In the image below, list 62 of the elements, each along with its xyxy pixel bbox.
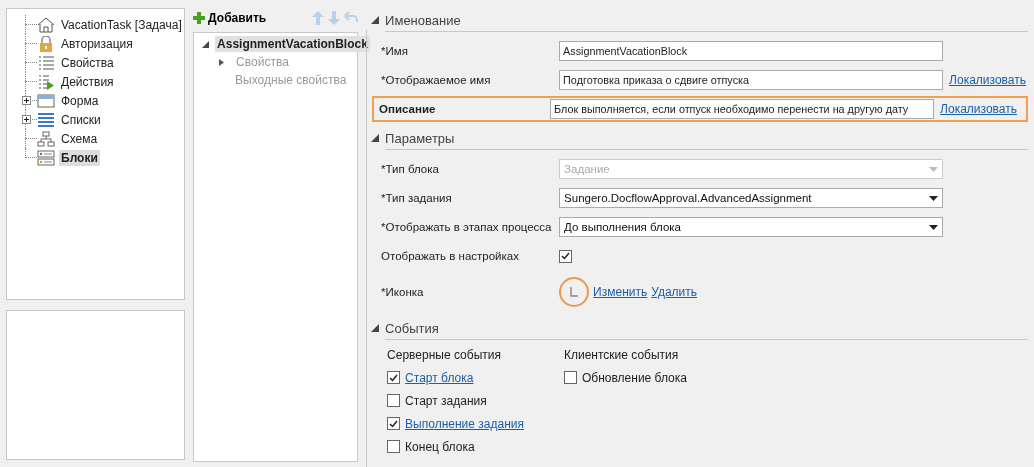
collapse-icon[interactable] — [371, 134, 380, 142]
change-link[interactable]: Изменить — [593, 285, 648, 299]
collapse-icon[interactable] — [371, 16, 380, 24]
tree-item[interactable]: Форма — [59, 92, 101, 109]
tree-item[interactable]: Блоки — [59, 149, 100, 166]
text-field[interactable]: Подготовка приказа о сдвиге отпуска — [559, 70, 944, 90]
blocks-icon — [36, 149, 56, 166]
localize-link[interactable]: Локализовать — [949, 73, 1026, 87]
text-field[interactable]: AssignmentVacationBlock — [559, 41, 944, 61]
delete-link[interactable]: Удалить — [651, 285, 698, 299]
field-label: Описание — [379, 103, 437, 115]
add-button[interactable]: Добавить — [193, 11, 267, 25]
dropdown-arrow-icon — [929, 195, 939, 201]
field-label: *Имя — [381, 45, 409, 57]
tree-item[interactable]: Действия — [59, 73, 116, 90]
field-label: *Отображать в этапах процесса — [381, 221, 553, 233]
dropdown[interactable]: До выполнения блока — [559, 217, 944, 237]
events-heading: Клиентские события — [563, 348, 680, 362]
actions-icon — [36, 73, 56, 90]
list-icon — [36, 54, 56, 71]
event-label: Конец блока — [405, 439, 475, 454]
block-item[interactable]: AssignmentVacationBlock — [215, 36, 370, 52]
house-icon — [36, 16, 56, 33]
expand-icon[interactable] — [218, 58, 226, 66]
field-label: Отображать в настройках — [381, 250, 520, 262]
tree-item[interactable]: VacationTask [Задача] — [59, 16, 184, 33]
checkbox[interactable] — [387, 417, 401, 430]
localize-link[interactable]: Локализовать — [940, 102, 1017, 116]
text-field[interactable]: Блок выполняется, если отпуск необходимо перенести на другую дату — [550, 99, 935, 119]
event-link[interactable]: Выполнение задания — [405, 416, 524, 431]
field-label: *Тип блока — [381, 163, 440, 175]
tree-item[interactable]: Авторизация — [59, 35, 135, 52]
tree-item[interactable]: Схема — [59, 130, 100, 147]
section-title: Именование — [385, 8, 1028, 32]
collapse-icon[interactable] — [202, 40, 210, 48]
field-label: *Отображаемое имя — [381, 74, 492, 86]
tree-item[interactable]: Свойства — [59, 54, 116, 71]
checkbox[interactable] — [563, 371, 577, 384]
dropdown-arrow-icon — [929, 166, 939, 172]
section-title: События — [385, 316, 1028, 340]
clock-icon — [559, 277, 590, 307]
expand-icon[interactable] — [21, 96, 31, 105]
dropdown-arrow-icon — [929, 224, 939, 230]
events-heading: Серверные события — [387, 348, 502, 362]
form-icon — [36, 92, 56, 109]
section-title: Параметры — [385, 126, 1028, 150]
collapse-icon[interactable] — [371, 324, 380, 332]
tree-item[interactable]: Списки — [59, 111, 103, 128]
checkbox[interactable] — [387, 394, 401, 407]
event-link[interactable]: Старт блока — [405, 370, 474, 385]
event-label: Обновление блока — [581, 370, 687, 385]
checkbox[interactable] — [387, 440, 401, 453]
plus-icon — [193, 12, 206, 24]
event-label: Старт задания — [405, 393, 487, 408]
dropdown[interactable]: Sungero.DocflowApproval.AdvancedAssignment — [559, 188, 944, 208]
field-label: *Иконка — [381, 286, 425, 298]
field-label: *Тип задания — [381, 192, 453, 204]
diagram-icon — [36, 130, 56, 147]
expand-icon[interactable] — [21, 115, 31, 124]
checkbox[interactable] — [559, 249, 573, 263]
lists-icon — [36, 111, 56, 128]
checkbox[interactable] — [387, 371, 401, 384]
